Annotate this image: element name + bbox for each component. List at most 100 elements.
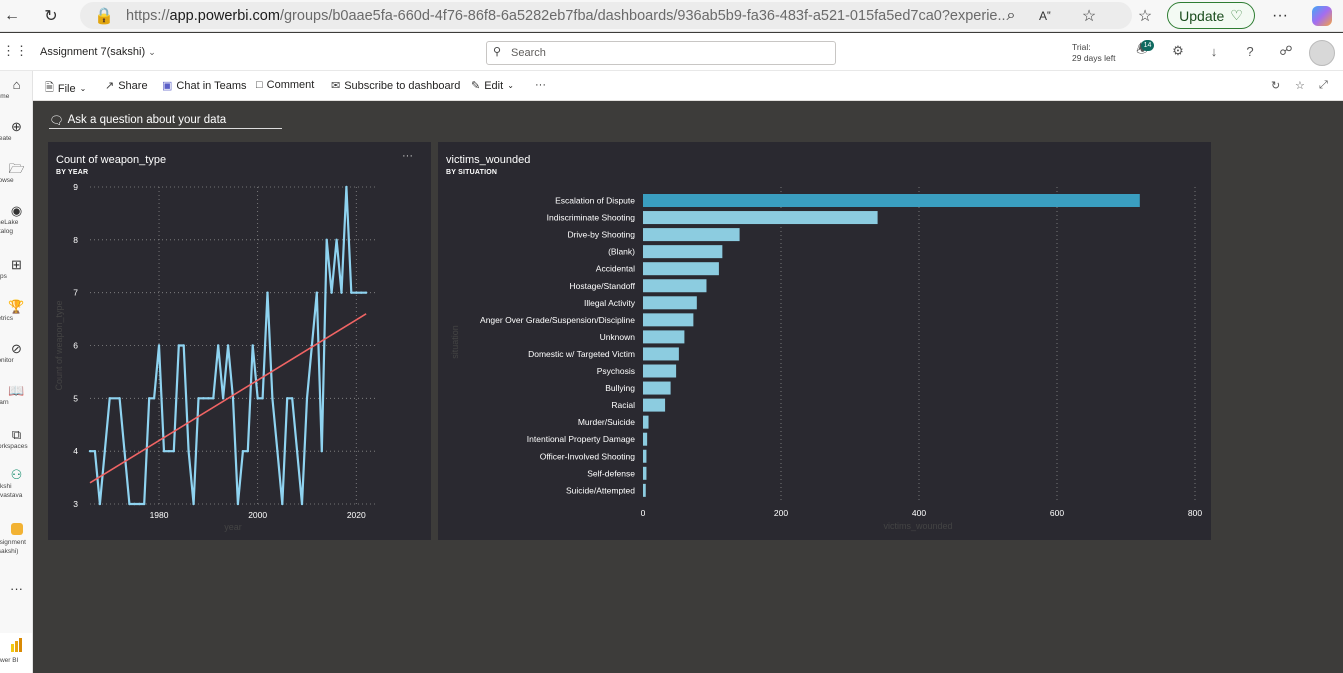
zoom-icon[interactable]: ⌕ [999,4,1023,28]
nav-onelake-catalog[interactable]: ◉ OneLake catalog [0,203,32,236]
avatar[interactable] [1309,40,1335,66]
comment-icon: □ [256,79,263,91]
data-point [123,449,126,453]
subscribe-icon: ✉ [331,80,341,92]
teams-icon: ▣ [162,80,173,92]
bar [643,296,697,310]
nav-powerbi[interactable]: Power BI [0,633,32,673]
y-tick-label: 8 [73,235,78,245]
data-point [147,397,151,400]
favorite-star-icon[interactable]: ☆ [1077,4,1101,28]
x-axis-label: year [224,522,242,532]
category-label: Murder/Suicide [578,417,635,427]
powerbi-header: ⋮⋮ Assignment 7(sakshi) ⌄ ⚲ Search Trial… [0,33,1343,71]
help-icon[interactable]: ? [1241,42,1259,60]
settings-gear-icon[interactable]: ⚙ [1169,42,1187,60]
y-axis-label: situation [450,325,460,359]
category-label: Anger Over Grade/Suspension/Discipline [480,315,635,325]
comment-icon: 🗨 [49,114,64,127]
nav-learn[interactable]: 📖 Learn [0,383,32,407]
x-axis-label: victims_wounded [883,521,952,531]
workspace-selector[interactable]: Assignment 7(sakshi) ⌄ [40,46,156,58]
update-button[interactable]: Update ♡ [1167,2,1255,29]
data-point [221,397,225,400]
line-chart-tile[interactable]: Count of weapon_type BY YEAR ··· 3456789… [48,142,431,540]
nav-browse[interactable]: 🗁 Browse [0,161,32,185]
nav-monitor[interactable]: ⊘ Monitor [0,341,32,365]
back-arrow-icon[interactable]: ← [0,4,24,28]
bar [643,313,694,327]
data-point [286,397,289,400]
category-label: Indiscriminate Shooting [547,213,636,223]
more-menu-icon[interactable]: ··· [1268,4,1292,28]
category-label: Racial [611,400,635,410]
bar [643,194,1140,207]
category-label: Bullying [605,383,635,393]
nav-more[interactable]: ··· [0,581,32,596]
nav-sakshi-srivastava[interactable]: ⚇ Sakshi Srivastava [0,467,32,500]
workspaces-icon: ⧉ [11,427,22,442]
copilot-icon[interactable] [1310,4,1334,28]
dashboard-canvas: 🗨 Ask a question about your data Count of… [33,101,1343,673]
share-button[interactable]: ↗ Share [105,79,148,93]
more-options-button[interactable]: ··· [535,79,546,91]
data-point [98,502,102,506]
category-label: Self-defense [587,468,635,478]
onelake-icon: ◉ [10,203,23,218]
comment-button[interactable]: □ Comment [256,79,314,91]
folder-icon: 🗁 [8,161,25,176]
download-icon[interactable]: ↓ [1205,42,1223,60]
bar [643,228,740,242]
nav-metrics[interactable]: 🏆 Metrics [0,299,32,323]
app-launcher-icon[interactable]: ⋮⋮ [2,43,28,59]
data-point [315,291,319,294]
qa-input[interactable]: 🗨 Ask a question about your data [49,111,282,129]
trend-line [89,313,367,484]
bar-chart-tile[interactable]: victims_wounded BY SITUATION 0 200 400 600 8… [438,142,1211,540]
data-point [340,291,343,294]
data-point [152,397,156,400]
data-point [177,344,180,347]
x-tick-label: 0 [641,508,646,518]
refresh-icon[interactable]: ↻ [39,4,63,28]
home-icon: ⌂ [12,77,21,92]
y-axis-label: Count of weapon_type [54,300,64,390]
favorites-list-icon[interactable]: ☆ [1133,4,1157,28]
chat-in-teams-button[interactable]: ▣ Chat in Teams [162,79,247,93]
nav-workspaces[interactable]: ⧉ Workspaces [0,427,32,451]
data-point [320,449,323,453]
data-point [236,502,240,506]
category-label: Domestic w/ Targeted Victim [528,349,635,359]
file-menu[interactable]: 🗎 File ⌄ [45,79,86,98]
nav-home[interactable]: ⌂ Home [0,77,32,101]
edit-menu[interactable]: ✎ Edit ⌄ [471,79,514,93]
address-bar[interactable]: 🔒 https://app.powerbi.com/groups/b0aae5f… [80,2,1132,29]
y-tick-label: 7 [73,288,78,298]
bar [643,279,707,293]
line-chart: 3 4 5 6 7 8 9 1980 2000 2020 Count of weapon_typey… [54,182,376,532]
nav-assignment-7[interactable]: Assignment 7(sakshi) [0,523,32,556]
data-point [192,502,195,506]
left-nav: ⌂ Home ⊕ Create 🗁 Browse ◉ OneLake catal… [0,71,33,673]
bar [643,347,679,361]
trophy-icon: 🏆 [8,299,25,314]
data-point [345,185,348,189]
read-aloud-icon[interactable]: A‟ [1033,4,1057,28]
lock-icon[interactable]: 🔒 [92,4,116,28]
nav-apps[interactable]: ⊞ Apps [0,257,32,281]
category-label: Psychosis [597,366,635,376]
data-point [271,397,274,400]
category-label: Unknown [600,332,636,342]
favorite-star-icon[interactable]: ☆ [1295,79,1305,92]
workspace-badge-icon [0,523,32,538]
search-input[interactable]: ⚲ Search [486,41,836,65]
data-point [305,397,309,400]
trial-status[interactable]: Trial: 29 days left [1072,42,1115,64]
data-point [360,291,363,294]
refresh-icon[interactable]: ↻ [1271,79,1280,92]
nav-create[interactable]: ⊕ Create [0,119,32,143]
category-label: Escalation of Dispute [555,196,635,206]
fullscreen-icon[interactable]: ⤢ [1319,79,1328,92]
share-feedback-icon[interactable]: ☍ [1277,42,1295,60]
subscribe-button[interactable]: ✉ Subscribe to dashboard [331,79,460,93]
